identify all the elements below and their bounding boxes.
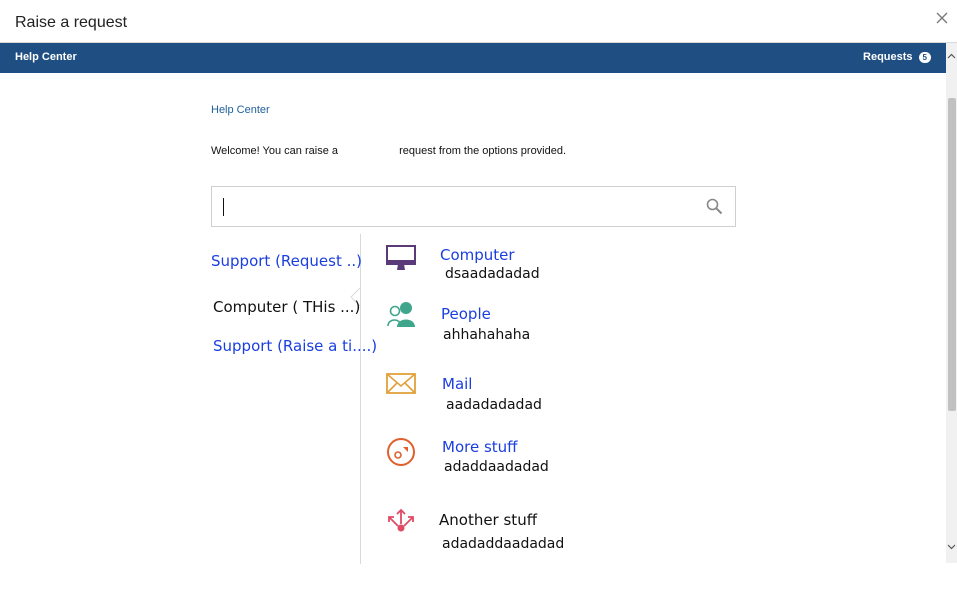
- share-arrows-icon: [388, 508, 414, 532]
- search-box[interactable]: [211, 186, 736, 227]
- item-more-stuff-title[interactable]: More stuff: [442, 438, 518, 456]
- scroll-up-arrow-icon[interactable]: [947, 52, 956, 61]
- requests-label: Requests: [863, 51, 913, 63]
- help-center-topbar: Help Center Requests 5: [0, 43, 946, 73]
- dialog-title: Raise a request: [15, 14, 128, 31]
- item-people-desc: ahhahahaha: [443, 327, 531, 343]
- breadcrumb[interactable]: Help Center: [211, 104, 270, 116]
- mail-icon: [386, 373, 416, 394]
- requests-link[interactable]: Requests 5: [863, 51, 931, 63]
- item-more-stuff-desc: adaddaadadad: [444, 459, 549, 475]
- dialog-header: Raise a request: [0, 0, 957, 43]
- category-support-raise[interactable]: Support (Raise a ti....): [213, 337, 377, 355]
- text-caret: [223, 198, 224, 216]
- topbar-title[interactable]: Help Center: [15, 51, 77, 63]
- item-another-stuff-title[interactable]: Another stuff: [439, 511, 537, 529]
- item-mail-desc: aadadadadad: [446, 397, 542, 413]
- requests-count-badge: 5: [918, 51, 931, 63]
- item-computer-title[interactable]: Computer: [440, 246, 515, 264]
- item-people-title[interactable]: People: [441, 305, 491, 323]
- disc-icon: [387, 438, 415, 466]
- item-another-stuff-desc: adadaddaadadad: [442, 536, 565, 552]
- search-input[interactable]: [222, 195, 692, 219]
- item-computer-desc: dsaadadadad: [445, 266, 540, 282]
- raise-request-dialog: Raise a request Help Center Requests 5 H…: [0, 0, 957, 599]
- item-mail-title[interactable]: Mail: [442, 375, 472, 393]
- scrollbar-thumb[interactable]: [948, 98, 956, 411]
- scroll-down-arrow-icon[interactable]: [947, 542, 956, 551]
- computer-monitor-icon: [386, 245, 416, 270]
- category-support-request[interactable]: Support (Request ..): [211, 252, 362, 270]
- category-divider: [360, 234, 361, 564]
- category-computer[interactable]: Computer ( THis ...): [213, 298, 360, 316]
- people-icon: [387, 302, 415, 327]
- search-icon[interactable]: [706, 198, 723, 215]
- close-icon[interactable]: [935, 11, 949, 25]
- welcome-text: Welcome! You can raise a request from th…: [211, 145, 567, 157]
